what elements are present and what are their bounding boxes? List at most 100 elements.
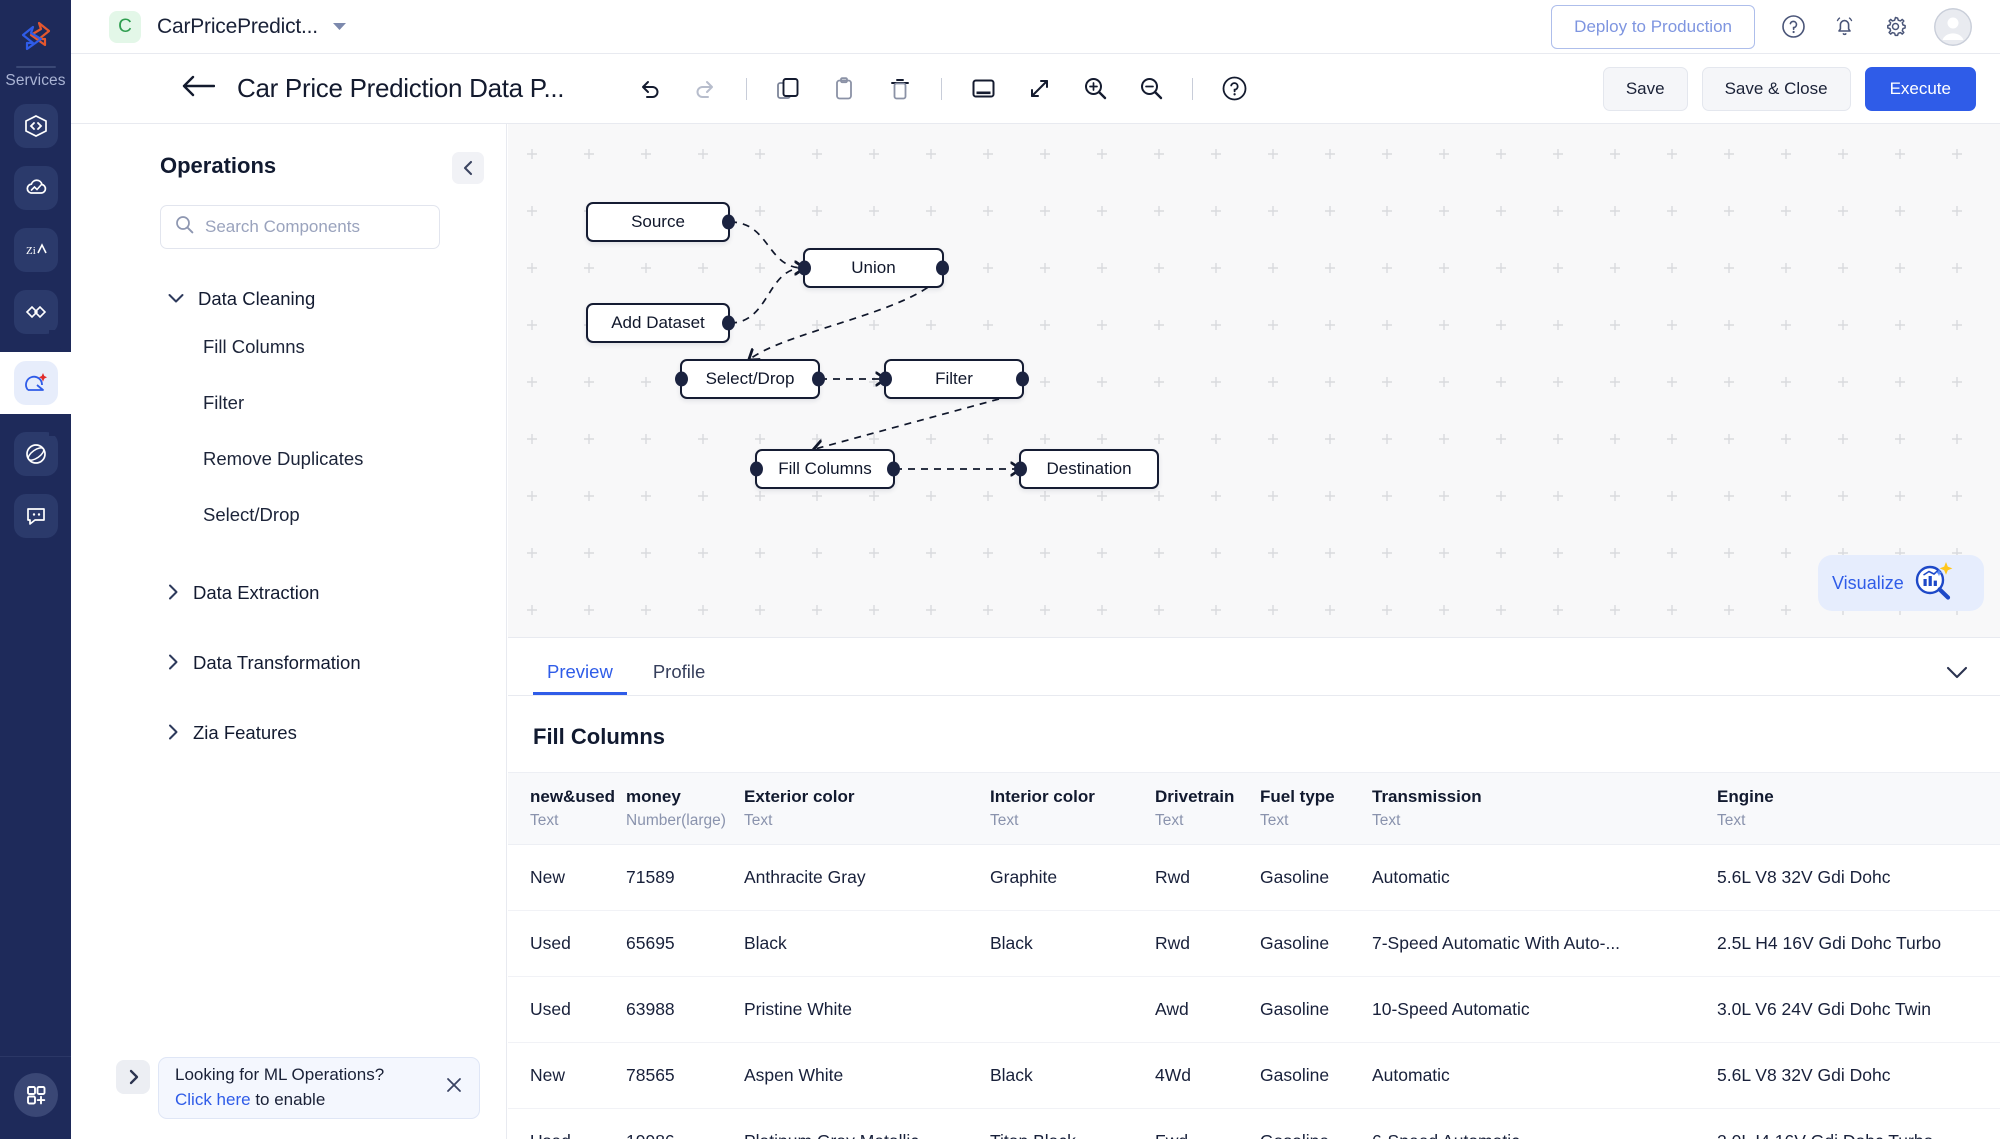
operations-item-select-drop[interactable]: Select/Drop — [135, 487, 506, 543]
flow-node-fill-columns[interactable]: Fill Columns — [750, 449, 900, 489]
deploy-to-production-button[interactable]: Deploy to Production — [1551, 4, 1755, 49]
flow-node-input-port[interactable] — [1014, 461, 1027, 477]
tab-preview[interactable]: Preview — [533, 661, 627, 695]
ml-operations-toast: Looking for ML Operations? Click here to… — [158, 1057, 480, 1119]
visualize-button[interactable]: Visualize — [1818, 555, 1984, 611]
table-cell: Black — [990, 910, 1155, 977]
avatar[interactable] — [1934, 7, 1972, 46]
table-cell: Black — [744, 910, 990, 977]
zoho-logo-icon[interactable] — [14, 14, 58, 58]
preview-pane: Preview Profile Fill Columns new&used Text… — [508, 637, 2000, 1139]
table-cell: Automatic — [1372, 844, 1717, 911]
flow-node-input-port[interactable] — [750, 461, 763, 477]
chevron-down-icon — [168, 291, 184, 307]
tab-profile[interactable]: Profile — [639, 661, 719, 695]
flow-node-output-port[interactable] — [812, 371, 825, 387]
column-header-exterior-color[interactable]: Exterior color Text — [744, 772, 990, 845]
column-header-engine[interactable]: Engine Text — [1717, 772, 2000, 845]
rail-item-code[interactable] — [13, 104, 58, 148]
save-and-close-button[interactable]: Save & Close — [1701, 66, 1851, 111]
delete-icon[interactable] — [885, 74, 915, 104]
flow-node-source[interactable]: Source — [586, 202, 735, 242]
column-type: Text — [1260, 812, 1289, 829]
column-name: Transmission — [1372, 787, 1482, 806]
column-header-fuel-type[interactable]: Fuel type Text — [1260, 772, 1372, 845]
search-input[interactable] — [205, 217, 425, 237]
collapse-panel-button[interactable] — [452, 152, 484, 184]
flow-node-select-drop[interactable]: Select/Drop — [675, 359, 825, 399]
flow-node-output-port[interactable] — [722, 214, 735, 230]
paste-icon[interactable] — [829, 74, 859, 104]
rail-item-zia[interactable]: Zi — [13, 228, 58, 272]
bell-icon[interactable] — [1832, 14, 1857, 39]
flow-canvas[interactable]: Source Add Dataset Union Select/Drop Filter F… — [508, 124, 2000, 637]
table-row[interactable]: Used19986Platinum Gray MetallicTitan Bla… — [508, 1108, 2000, 1139]
rail-divider — [15, 66, 56, 68]
table-cell: 65695 — [626, 910, 744, 977]
collapse-preview-button[interactable] — [1946, 666, 1968, 683]
preview-table-body: New 71589 Anthracite Gray Graphite Rwd Gasoli… — [508, 844, 2000, 1139]
rail-item-cloud-analytics[interactable] — [13, 166, 58, 210]
table-row[interactable]: Used 65695 Black Black Rwd Gasoline 7-Speed Au… — [508, 910, 2000, 977]
chevron-down-icon[interactable] — [332, 20, 347, 34]
operations-item-fill-columns[interactable]: Fill Columns — [135, 319, 506, 375]
column-name: Fuel type — [1260, 787, 1335, 806]
column-type: Text — [1717, 812, 1746, 829]
column-header-drivetrain[interactable]: Drivetrain Text — [1155, 772, 1260, 845]
close-icon[interactable] — [445, 1076, 463, 1100]
redo-icon[interactable] — [690, 74, 720, 104]
fit-screen-icon[interactable] — [968, 74, 998, 104]
column-header-new-used[interactable]: new&used Text — [508, 772, 626, 845]
enable-ml-link[interactable]: Click here — [175, 1090, 251, 1109]
chart-magnifier-icon — [1910, 558, 1956, 609]
table-row[interactable]: Used 63988 Pristine White Awd Gasoline 10-Spe… — [508, 976, 2000, 1043]
table-cell: 19986 — [626, 1108, 744, 1139]
expand-icon[interactable] — [1024, 74, 1054, 104]
expand-panel-handle[interactable] — [116, 1060, 150, 1094]
operations-group-data-cleaning[interactable]: Data Cleaning — [135, 279, 506, 319]
search-components-box[interactable] — [160, 205, 440, 249]
operations-group-data-extraction[interactable]: Data Extraction — [135, 573, 506, 613]
column-header-transmission[interactable]: Transmission Text — [1372, 772, 1717, 845]
execute-button[interactable]: Execute — [1864, 66, 1976, 111]
flow-node-add-dataset[interactable]: Add Dataset — [586, 303, 735, 343]
project-name[interactable]: CarPricePredict... — [157, 15, 318, 39]
table-cell: Rwd — [1155, 910, 1260, 977]
flow-node-destination[interactable]: Destination — [1014, 449, 1159, 489]
operations-group-data-transformation[interactable]: Data Transformation — [135, 643, 506, 683]
table-row[interactable]: New 78565 Aspen White Black 4Wd Gasoline Autom… — [508, 1042, 2000, 1109]
rail-item-orbit[interactable] — [13, 432, 58, 476]
rail-item-chat[interactable] — [13, 494, 58, 538]
help-circle-icon[interactable] — [1219, 74, 1249, 104]
chevron-left-icon — [463, 160, 473, 176]
copy-icon[interactable] — [773, 74, 803, 104]
save-button[interactable]: Save — [1602, 66, 1688, 111]
flow-node-union[interactable]: Union — [798, 248, 949, 288]
column-header-interior-color[interactable]: Interior color Text — [990, 772, 1155, 845]
operations-item-remove-duplicates[interactable]: Remove Duplicates — [135, 431, 506, 487]
flow-node-output-port[interactable] — [1016, 371, 1029, 387]
flow-node-label: Filter — [935, 369, 973, 388]
flow-node-input-port[interactable] — [675, 371, 688, 387]
help-circle-icon[interactable] — [1781, 14, 1806, 39]
column-header-money[interactable]: money Number(large) — [626, 772, 744, 845]
arrow-left-icon[interactable] — [181, 75, 216, 102]
operations-item-filter[interactable]: Filter — [135, 375, 506, 431]
flow-node-output-port[interactable] — [722, 315, 735, 331]
flow-node-output-port[interactable] — [887, 461, 900, 477]
flow-node-input-port[interactable] — [879, 371, 892, 387]
app-grid-add-icon[interactable] — [13, 1073, 58, 1117]
zoom-in-icon[interactable] — [1080, 74, 1110, 104]
undo-icon[interactable] — [634, 74, 664, 104]
rail-item-link-nodes[interactable] — [13, 290, 58, 334]
zoom-out-icon[interactable] — [1136, 74, 1166, 104]
rail-item-datapipeline[interactable] — [0, 330, 71, 436]
gear-icon[interactable] — [1883, 14, 1908, 39]
flow-node-input-port[interactable] — [798, 260, 811, 276]
chevron-down-icon — [1946, 666, 1968, 679]
table-cell: 3.0L V6 24V Gdi Dohc Twin — [1717, 976, 2000, 1043]
flow-node-output-port[interactable] — [936, 260, 949, 276]
operations-group-zia-features[interactable]: Zia Features — [135, 713, 506, 753]
table-row[interactable]: New 71589 Anthracite Gray Graphite Rwd Gasoli… — [508, 844, 2000, 911]
flow-node-filter[interactable]: Filter — [879, 359, 1029, 399]
